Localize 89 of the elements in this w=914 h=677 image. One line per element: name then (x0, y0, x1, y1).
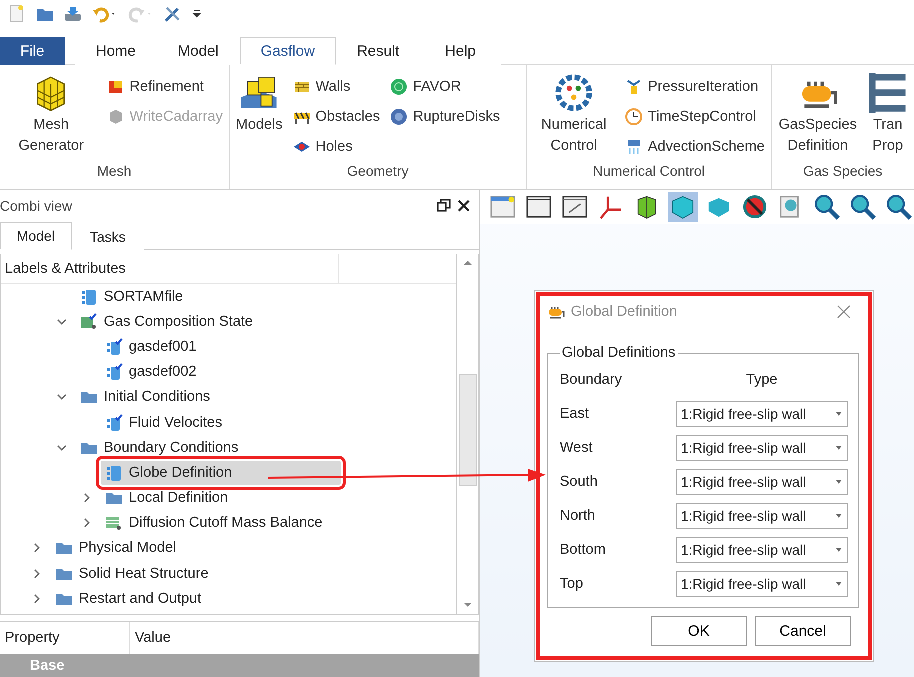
type-dropdown[interactable]: 1:Rigid free-slip wall (676, 401, 848, 427)
ribbon-button[interactable]: Obstacles (292, 105, 380, 129)
clock-icon (625, 108, 644, 126)
tree-item[interactable]: Initial Conditions (76, 385, 214, 410)
boundary-label: Bottom (560, 542, 607, 558)
checked-list-icon (105, 414, 123, 432)
customize-icon (192, 8, 202, 20)
list-icon (80, 288, 98, 306)
ribbon-button[interactable]: Holes (292, 135, 380, 159)
panel-tab[interactable]: Model (0, 222, 72, 250)
boundary-label: South (560, 474, 599, 490)
restore-icon[interactable] (437, 199, 451, 213)
radar-icon (390, 78, 408, 96)
dropdown-caret-icon (835, 479, 843, 485)
ribbon-button[interactable]: RuptureDisks (390, 105, 500, 129)
type-dropdown[interactable]: 1:Rigid free-slip wall (676, 503, 848, 529)
dropdown-caret-icon (835, 411, 843, 417)
ribbon-group-title: Gas Species (802, 163, 884, 181)
boundary-label: North (560, 508, 596, 524)
save-icon (64, 5, 82, 23)
dropdown-caret-icon (835, 581, 843, 587)
group-title: Global Definitions (561, 345, 677, 361)
type-dropdown[interactable]: 1:Rigid free-slip wall (676, 435, 848, 461)
dialog-button[interactable]: OK (651, 616, 747, 646)
dialog-button[interactable]: Cancel (755, 616, 851, 646)
window-icon (562, 194, 588, 220)
boundary-label: West (560, 440, 594, 456)
tree-item[interactable]: Physical Model (51, 536, 181, 560)
window-icon (526, 194, 552, 220)
dropdown-caret-icon (835, 445, 843, 451)
checked-list-icon (105, 338, 123, 356)
ribbon-button[interactable]: AdvectionScheme (625, 135, 765, 159)
zoom-out-icon (886, 194, 912, 220)
zoom-in-icon (850, 194, 876, 220)
undo-icon (92, 5, 118, 23)
ribbon-button[interactable]: TimeStepControl (625, 105, 765, 129)
zoom-icon (814, 194, 840, 220)
table-icon (105, 514, 123, 532)
axes-icon (598, 194, 624, 220)
ribbon-button[interactable]: Numerical Control (533, 71, 616, 163)
type-dropdown[interactable]: 1:Rigid free-slip wall (676, 571, 848, 597)
column-header: Boundary (560, 372, 624, 388)
ribbon-button[interactable]: Models (236, 71, 283, 163)
scrollbar-thumb[interactable] (458, 374, 476, 486)
tree-item[interactable]: Globe Definition (101, 460, 341, 485)
column-header: Type (745, 372, 779, 388)
column-header: Labels & Attributes (1, 254, 339, 283)
tree-item[interactable]: Restart and Output (51, 586, 206, 611)
ribbon-group-title: Mesh (96, 163, 133, 181)
tree-item[interactable]: Gas Composition State (76, 310, 258, 334)
tree-item[interactable]: Fluid Velocites (101, 410, 226, 435)
tree-item[interactable]: Diffusion Cutoff Mass Balance (101, 511, 327, 536)
ribbon-button[interactable]: Tran Prop (868, 71, 908, 163)
tree-item[interactable]: gasdef002 (101, 360, 201, 384)
new-file-icon (8, 5, 26, 23)
redo-icon (128, 5, 154, 23)
dropdown-caret-icon (835, 547, 843, 553)
tree-item[interactable]: SORTAMfile (76, 284, 188, 309)
file-menu-tab[interactable]: File (0, 37, 65, 65)
no-entry-icon (742, 194, 768, 220)
ribbon-button[interactable]: PressureIteration (625, 75, 765, 99)
checked-list-icon (105, 363, 123, 382)
gear-icon (554, 73, 594, 113)
checked-table-icon (80, 312, 98, 331)
tree-item[interactable]: Local Definition (101, 486, 232, 510)
disk-icon (390, 108, 408, 126)
new-window-icon (490, 194, 516, 220)
ribbon-button[interactable]: FAVOR (390, 75, 500, 99)
ribbon-button[interactable]: Refinement (106, 75, 223, 99)
cube-icon (670, 194, 696, 220)
panel-title: Combi view (0, 198, 72, 214)
close-icon[interactable] (457, 199, 471, 213)
tree-item[interactable]: Boundary Conditions (76, 436, 243, 460)
dialog-title: Global Definition (571, 304, 678, 320)
tree-item[interactable]: gasdef001 (101, 334, 201, 359)
boundary-label: Top (560, 576, 584, 592)
ribbon-tab[interactable]: Gasflow (240, 37, 336, 65)
dropdown-caret-icon (835, 513, 843, 519)
boundary-label: East (560, 406, 590, 422)
ribbon-button[interactable]: GasSpecies Definition (778, 71, 858, 163)
tree-item[interactable]: Solid Heat Structure (51, 562, 213, 586)
type-dropdown[interactable]: 1:Rigid free-slip wall (676, 537, 848, 563)
ribbon-button[interactable]: Walls (292, 75, 380, 99)
list-icon (105, 464, 123, 482)
refinement-icon (106, 78, 125, 96)
type-dropdown[interactable]: 1:Rigid free-slip wall (676, 469, 848, 495)
ribbon-button[interactable]: Mesh Generator (6, 71, 97, 163)
ribbon-group-title: Numerical Control (592, 163, 706, 181)
ribbon-group-title: Geometry (346, 163, 410, 181)
